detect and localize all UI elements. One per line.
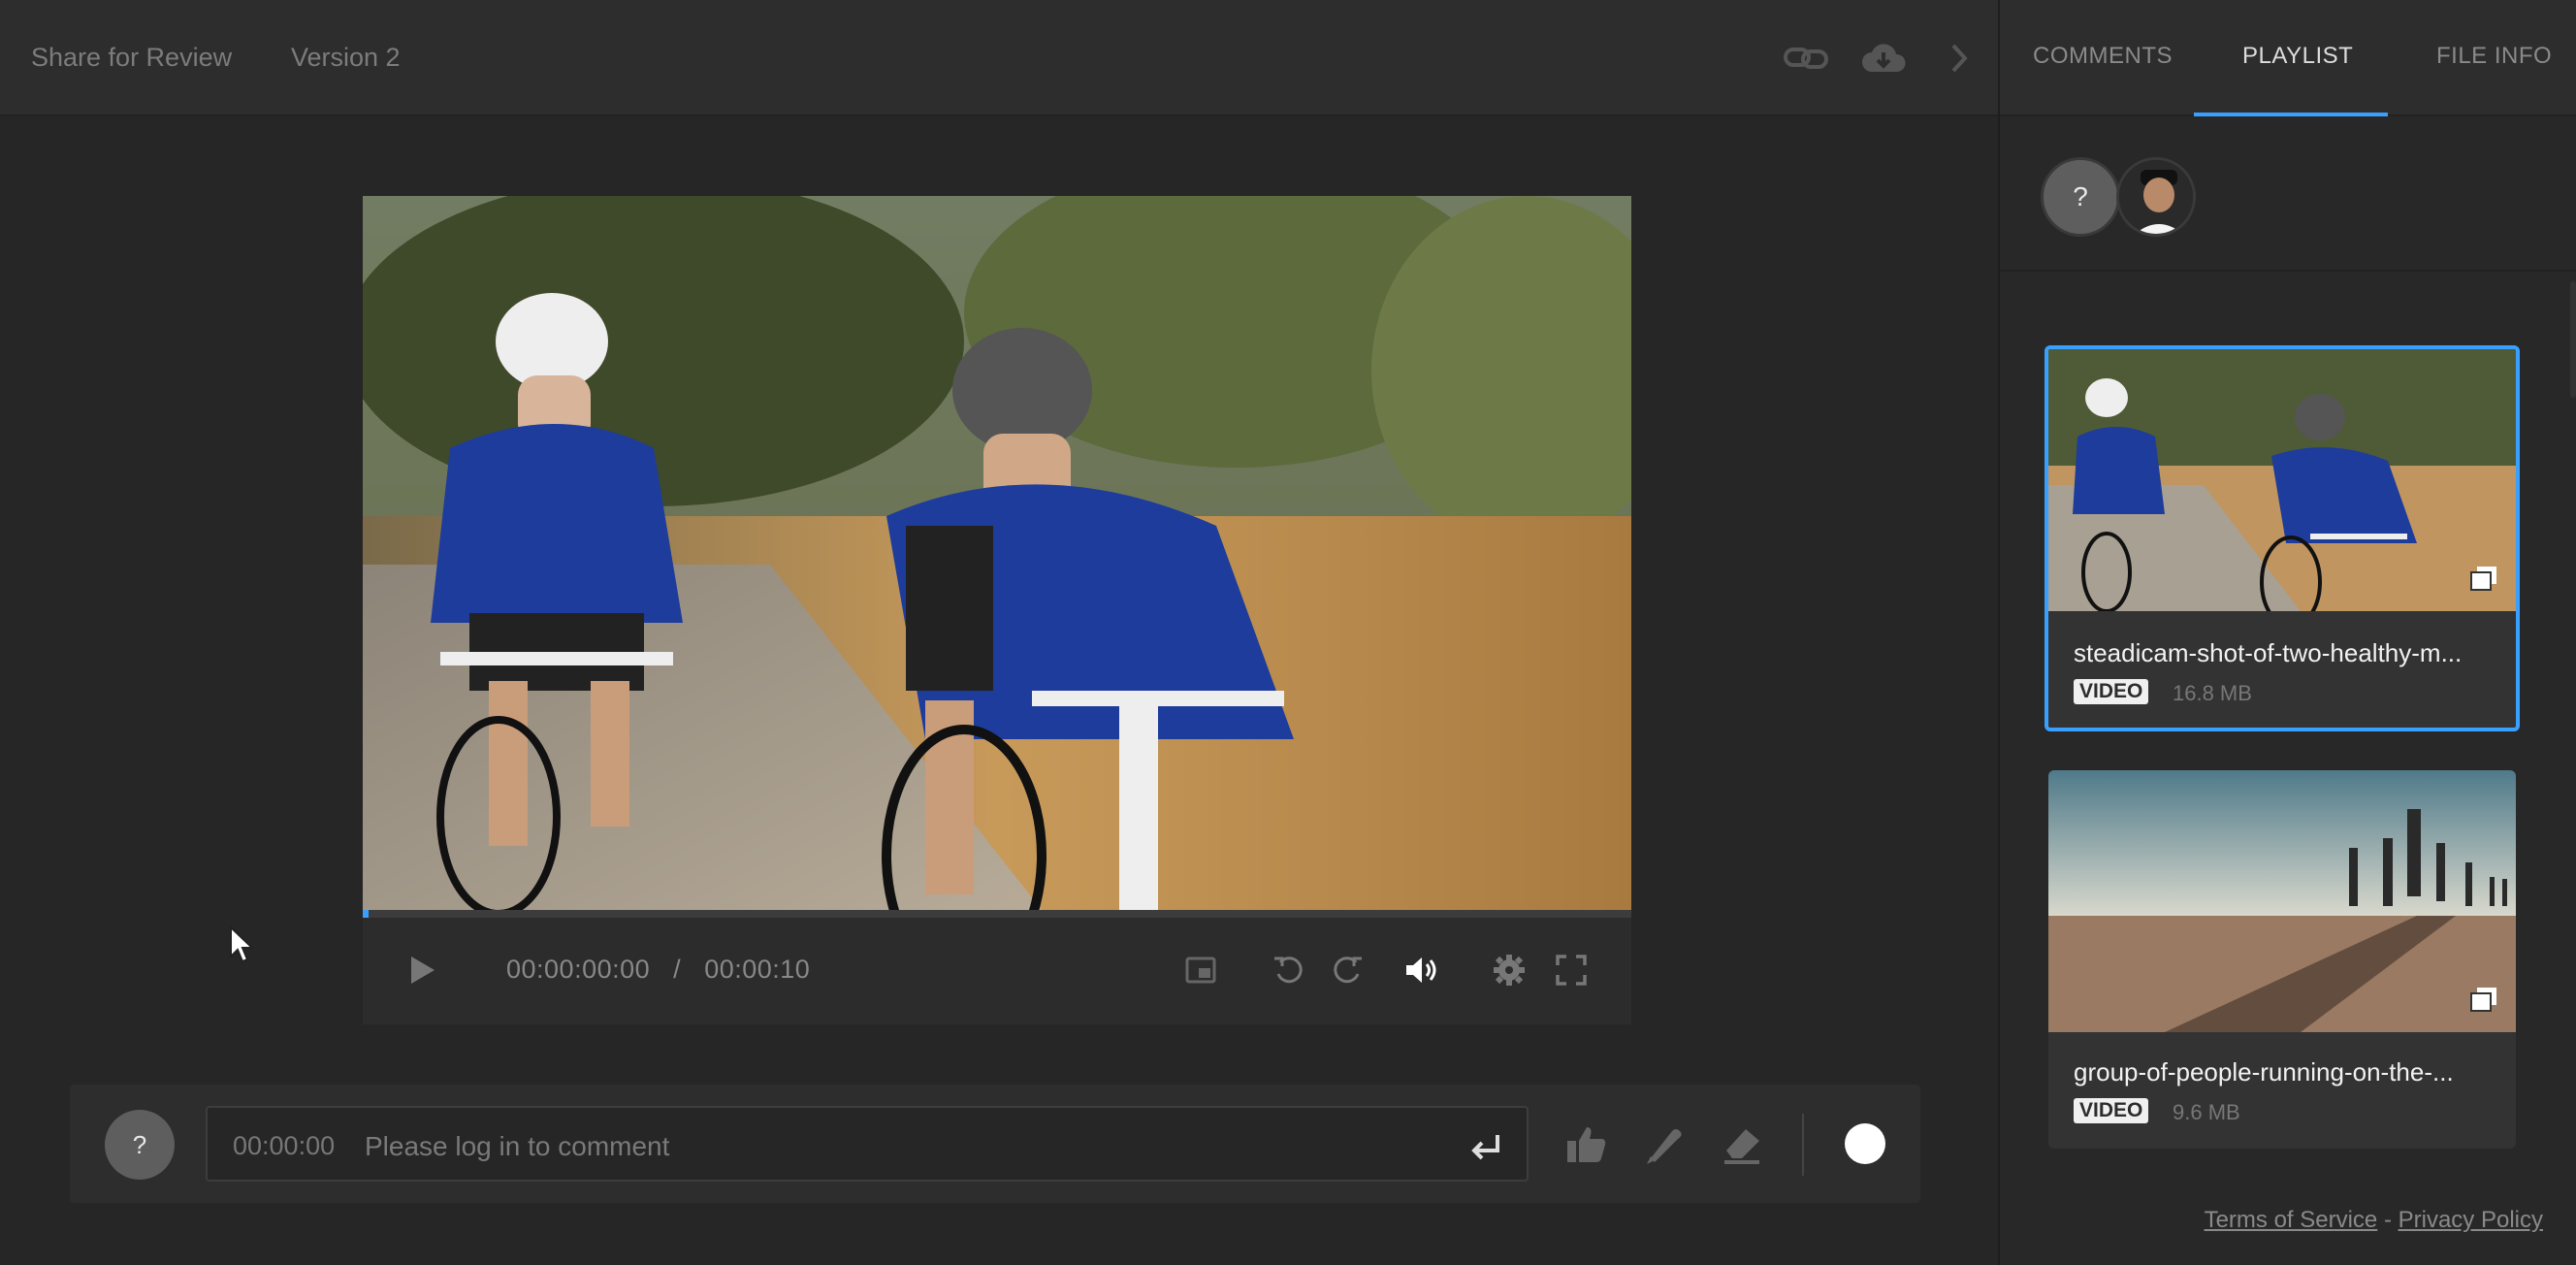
playlist-item[interactable]: steadicam-shot-of-two-healthy-m... VIDEO…: [2045, 345, 2520, 731]
playlist-item-name: group-of-people-running-on-the-...: [2074, 1057, 2454, 1087]
tab-comments[interactable]: COMMENTS: [2033, 43, 2173, 70]
time-separator: /: [673, 955, 682, 984]
comment-bar: ? 00:00:00 Please log in to comment: [70, 1085, 1920, 1203]
enter-icon[interactable]: [1466, 1127, 1505, 1166]
playlist-item-name: steadicam-shot-of-two-healthy-m...: [2074, 638, 2463, 667]
playlist-item-size: 9.6 MB: [2173, 1100, 2240, 1124]
playlist-thumbnail: [2048, 770, 2516, 1032]
privacy-link[interactable]: Privacy Policy: [2399, 1207, 2543, 1233]
version-label[interactable]: Version 2: [291, 43, 401, 73]
progress-fill: [363, 910, 369, 918]
footer-separator: -: [2383, 1207, 2392, 1233]
rewind-icon[interactable]: [1265, 947, 1311, 993]
color-picker[interactable]: [1845, 1123, 1885, 1164]
video-player[interactable]: [363, 196, 1631, 910]
video-progress-bar[interactable]: [363, 910, 1631, 918]
fullscreen-icon[interactable]: [1548, 947, 1594, 993]
comment-timestamp: 00:00:00: [233, 1131, 336, 1160]
gear-icon[interactable]: [1486, 947, 1532, 993]
review-main: Share for Review Version 2 00:00:00:00 /…: [0, 0, 1998, 1265]
comment-placeholder: Please log in to comment: [365, 1131, 670, 1161]
pen-icon[interactable]: [1637, 1118, 1691, 1172]
page-title: Share for Review: [31, 43, 233, 72]
video-frame-image: [363, 196, 1631, 910]
mouse-cursor-icon: [229, 924, 255, 969]
current-time: 00:00:00:00: [506, 955, 651, 984]
tab-playlist[interactable]: PLAYLIST: [2242, 43, 2353, 70]
reviewer-avatar[interactable]: [2116, 157, 2196, 237]
sidebar-tabs: COMMENTS PLAYLIST FILE INFO: [2000, 0, 2576, 116]
chevron-right-icon[interactable]: [1936, 37, 1982, 80]
playlist-item-type: VIDEO: [2074, 679, 2149, 704]
stack-icon: [2469, 565, 2498, 592]
stack-icon: [2469, 986, 2498, 1013]
cloud-download-icon[interactable]: [1860, 37, 1907, 80]
comment-input[interactable]: 00:00:00 Please log in to comment: [206, 1106, 1529, 1182]
eraser-icon[interactable]: [1715, 1118, 1769, 1172]
top-bar: Share for Review Version 2: [0, 0, 1998, 116]
player-controls: 00:00:00:00 / 00:00:10: [363, 918, 1631, 1024]
sidebar-scrollbar[interactable]: [2570, 281, 2576, 398]
playlist-item-size: 16.8 MB: [2173, 681, 2252, 705]
user-avatar: ?: [105, 1110, 175, 1180]
playlist-item-type: VIDEO: [2074, 1098, 2149, 1123]
volume-icon[interactable]: [1399, 947, 1445, 993]
picture-in-picture-icon[interactable]: [1177, 947, 1224, 993]
footer-links: Terms of Service - Privacy Policy: [2205, 1207, 2543, 1234]
reviewers: ?: [2000, 116, 2576, 272]
playlist-thumbnail: [2048, 349, 2516, 611]
right-sidebar: COMMENTS PLAYLIST FILE INFO ? steadicam-…: [1998, 0, 2576, 1265]
playlist-item[interactable]: group-of-people-running-on-the-... VIDEO…: [2048, 770, 2516, 1149]
thumbs-up-icon[interactable]: [1560, 1118, 1614, 1172]
toolbar-divider: [1802, 1114, 1804, 1176]
duration: 00:00:10: [704, 955, 811, 984]
guest-avatar[interactable]: ?: [2041, 157, 2120, 237]
terms-link[interactable]: Terms of Service: [2205, 1207, 2378, 1233]
tab-file-info[interactable]: FILE INFO: [2436, 43, 2552, 70]
forward-icon[interactable]: [1325, 947, 1371, 993]
time-display: 00:00:00:00 / 00:00:10: [506, 955, 810, 985]
link-icon[interactable]: [1783, 37, 1829, 80]
play-icon[interactable]: [400, 947, 446, 993]
